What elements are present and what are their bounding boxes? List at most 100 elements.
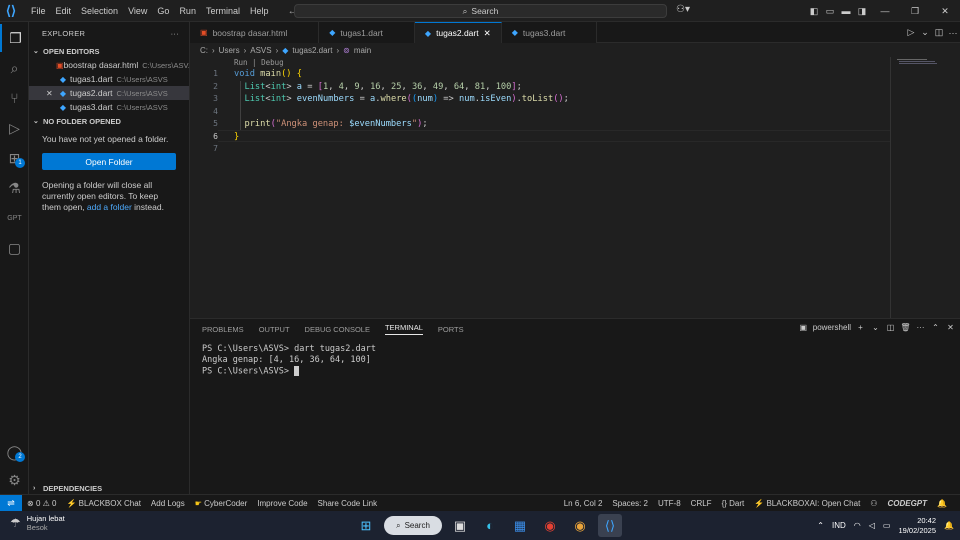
weather-widget[interactable]: ☂ Hujan lebat Besok	[10, 514, 65, 532]
run-dropdown-icon[interactable]: ⌄	[918, 27, 932, 38]
copilot-icon[interactable]: ⚇▾	[676, 4, 690, 15]
restore-icon[interactable]: ❐	[900, 6, 930, 17]
terminal-dropdown-icon[interactable]: ⌄	[870, 323, 881, 332]
language-mode[interactable]: {} Dart	[717, 499, 750, 508]
blackboxai-open-chat[interactable]: ⚡ BLACKBOXAI: Open Chat	[749, 499, 865, 508]
indentation[interactable]: Spaces: 2	[607, 499, 653, 508]
close-panel-icon[interactable]: ✕	[945, 323, 956, 332]
dependencies-header[interactable]: › DEPENDENCIES	[29, 484, 190, 494]
share-code-link-item[interactable]: Share Code Link	[313, 499, 383, 508]
open-editor-item[interactable]: ◆ tugas3.dart C:\Users\ASVS	[29, 100, 189, 114]
chrome-profile-icon[interactable]: ◉	[568, 514, 592, 537]
battery-icon[interactable]: ▭	[883, 521, 891, 530]
menu-view[interactable]: View	[123, 6, 152, 16]
terminal-prompt[interactable]: PS C:\Users\ASVS>	[202, 366, 300, 377]
open-editor-item[interactable]: ▣ boostrap dasar.html C:\Users\ASV...	[29, 58, 189, 72]
breadcrumb-item[interactable]: main	[354, 46, 371, 55]
improve-code-item[interactable]: Improve Code	[252, 499, 312, 508]
encoding[interactable]: UTF-8	[653, 499, 686, 508]
blackbox-chat-item[interactable]: ⚡ BLACKBOX Chat	[61, 499, 145, 508]
tab-terminal[interactable]: TERMINAL	[384, 323, 423, 335]
menu-help[interactable]: Help	[245, 6, 274, 16]
tab-tugas2[interactable]: ◆ tugas2.dart ✕	[414, 22, 502, 43]
code-editor[interactable]: Run | Debug 1 2 3 4 5 6 7 void main() { …	[190, 57, 960, 318]
command-center[interactable]: ⌕ Search	[294, 4, 667, 18]
minimap[interactable]	[890, 57, 960, 318]
more-actions-icon[interactable]: ···	[946, 28, 960, 38]
chat-icon[interactable]: ▢	[0, 234, 29, 262]
maximize-panel-icon[interactable]: ⌃	[930, 323, 941, 332]
no-folder-header[interactable]: ⌄ NO FOLDER OPENED	[29, 114, 189, 128]
cybercoder-item[interactable]: ☛ CyberCoder	[190, 499, 253, 508]
kill-terminal-icon[interactable]: 🗑	[900, 323, 911, 332]
menu-selection[interactable]: Selection	[76, 6, 123, 16]
clock[interactable]: 20:42 19/02/2025	[898, 516, 936, 536]
run-debug-icon[interactable]: ▷	[0, 114, 29, 142]
task-view-icon[interactable]: ▣	[448, 514, 472, 537]
codegpt-icon[interactable]: GPT	[0, 204, 29, 232]
language-indicator[interactable]: IND	[832, 521, 846, 530]
menu-terminal[interactable]: Terminal	[201, 6, 245, 16]
breadcrumb-item[interactable]: Users	[219, 46, 240, 55]
menu-edit[interactable]: Edit	[51, 6, 77, 16]
problems-status[interactable]: ⊗ 0 ⚠ 0	[22, 499, 61, 508]
menu-run[interactable]: Run	[174, 6, 201, 16]
tab-tugas3[interactable]: ◆ tugas3.dart	[501, 22, 598, 43]
volume-icon[interactable]: ◁	[869, 521, 875, 530]
vscode-taskbar-icon[interactable]: ⟨⟩	[598, 514, 622, 537]
split-terminal-icon[interactable]: ◫	[885, 323, 896, 332]
open-folder-button[interactable]: Open Folder	[42, 153, 176, 170]
toggle-sidebar-icon[interactable]: ▭	[822, 6, 838, 17]
tab-tugas1[interactable]: ◆ tugas1.dart	[319, 22, 415, 43]
tab-debug-console[interactable]: DEBUG CONSOLE	[305, 325, 370, 334]
breadcrumb-item[interactable]: ASVS	[250, 46, 271, 55]
taskbar-search[interactable]: ⌕ Search	[384, 516, 442, 535]
run-icon[interactable]: ▷	[904, 27, 918, 38]
source-control-icon[interactable]: ⑂	[0, 84, 29, 112]
minimize-icon[interactable]: —	[870, 6, 900, 16]
close-window-icon[interactable]: ✕	[930, 6, 960, 17]
search-view-icon[interactable]: ⌕	[0, 54, 29, 82]
split-editor-icon[interactable]: ◫	[932, 27, 946, 38]
explorer-icon[interactable]: ❐	[0, 24, 29, 52]
add-logs-item[interactable]: Add Logs	[146, 499, 190, 508]
testing-icon[interactable]: ⚗	[0, 174, 29, 202]
edge-browser-icon[interactable]: ◐	[478, 514, 502, 537]
menu-file[interactable]: File	[26, 6, 51, 16]
breadcrumb-item[interactable]: C:	[200, 46, 208, 55]
settings-gear-icon[interactable]: ⚙	[0, 466, 29, 494]
copilot-status-icon[interactable]: ⚇	[865, 499, 882, 508]
menu-go[interactable]: Go	[152, 6, 174, 16]
notifications-bell-icon[interactable]: 🔔	[932, 499, 952, 508]
toggle-primary-sidebar-icon[interactable]: ◧	[806, 6, 822, 17]
open-editor-item-active[interactable]: ✕ ◆ tugas2.dart C:\Users\ASVS	[29, 86, 189, 100]
windows-start-icon[interactable]: ⊞	[354, 514, 378, 537]
codegpt-status[interactable]: CODEGPT	[882, 499, 932, 508]
open-editor-item[interactable]: ◆ tugas1.dart C:\Users\ASVS	[29, 72, 189, 86]
terminal-shell-label[interactable]: powershell	[813, 323, 851, 332]
more-actions-icon[interactable]: ···	[171, 29, 179, 38]
add-folder-link[interactable]: add a folder	[87, 202, 132, 212]
chrome-icon[interactable]: ◉	[538, 514, 562, 537]
end-of-line[interactable]: CRLF	[686, 499, 717, 508]
tab-boostrap-dasar[interactable]: ▣ boostrap dasar.html	[190, 22, 320, 43]
tab-ports[interactable]: PORTS	[438, 325, 464, 334]
extensions-icon[interactable]: ⊞ 1	[0, 144, 29, 172]
more-actions-icon[interactable]: ···	[915, 323, 926, 332]
open-editors-header[interactable]: ⌄ OPEN EDITORS	[29, 44, 189, 58]
new-terminal-icon[interactable]: +	[855, 323, 866, 332]
show-hidden-icons-chevron-icon[interactable]: ⌃	[817, 521, 824, 530]
remote-icon[interactable]: ⇌	[0, 494, 22, 512]
notifications-icon[interactable]: 🔔	[944, 521, 954, 530]
microsoft-store-icon[interactable]: ▦	[508, 514, 532, 537]
accounts-icon[interactable]: ◯ 2	[0, 438, 29, 466]
codelens-run-debug[interactable]: Run | Debug	[234, 58, 284, 67]
close-icon[interactable]: ✕	[46, 89, 53, 98]
tab-output[interactable]: OUTPUT	[259, 325, 290, 334]
cursor-position[interactable]: Ln 6, Col 2	[559, 499, 608, 508]
breadcrumb-item[interactable]: tugas2.dart	[292, 46, 332, 55]
toggle-panel-icon[interactable]: ▬	[838, 6, 854, 16]
close-tab-icon[interactable]: ✕	[484, 28, 491, 39]
tab-problems[interactable]: PROBLEMS	[202, 325, 244, 334]
toggle-secondary-sidebar-icon[interactable]: ◨	[854, 6, 870, 17]
